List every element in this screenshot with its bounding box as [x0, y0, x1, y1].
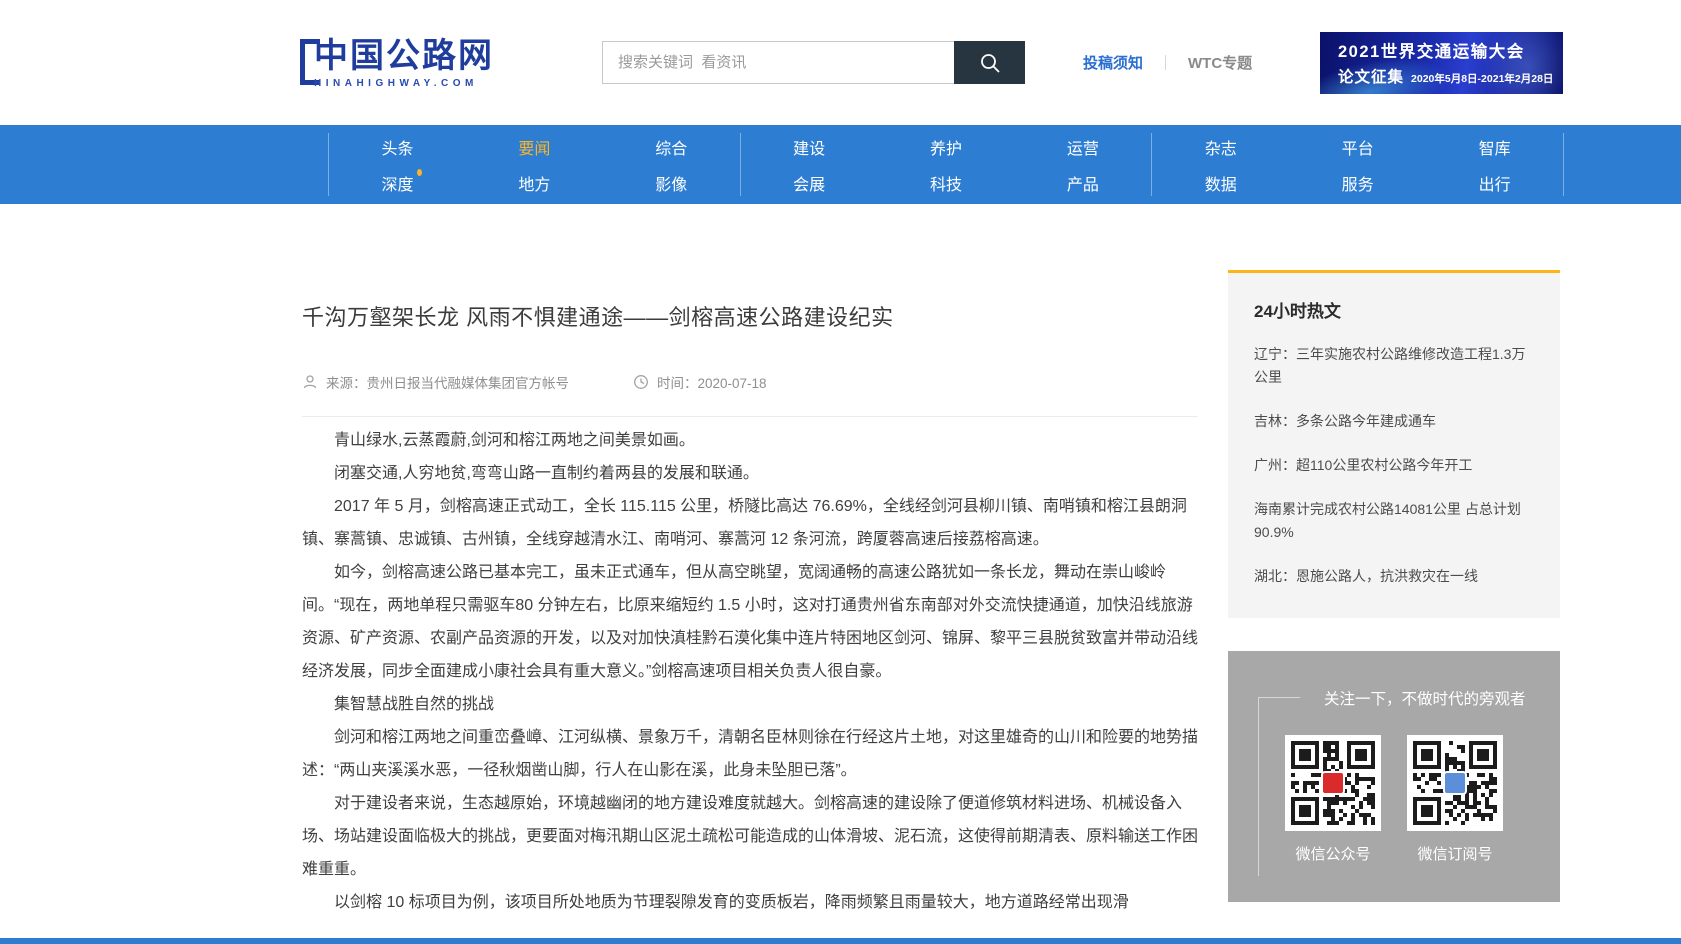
submission-notice-link[interactable]: 投稿须知 [1083, 52, 1143, 73]
new-dot-icon [417, 169, 422, 176]
search-input[interactable] [602, 41, 954, 84]
article-divider [302, 416, 1198, 417]
article-time: 时间：2020-07-18 [633, 372, 767, 392]
wechat-public-qr-code [1285, 735, 1381, 831]
nav-col-yanghu-keji: 养护 科技 [878, 125, 1015, 204]
article-source: 来源：贵州日报当代融媒体集团官方帐号 [302, 372, 569, 392]
nav-item-huizhan[interactable]: 会展 [793, 177, 825, 194]
paragraph: 以剑榕 10 标项目为例，该项目所处地质为节理裂隙发育的变质板岩，降雨频繁且雨量… [302, 886, 1198, 919]
nav-item-shendu[interactable]: 深度 [381, 177, 413, 194]
nav-item-fuwu[interactable]: 服务 [1342, 177, 1374, 194]
wechat-subscription-qr-code [1407, 735, 1503, 831]
hot-articles-title: 24小时热文 [1254, 297, 1534, 322]
nav-col-pingtai-fuwu: 平台 服务 [1289, 125, 1426, 204]
qr-label-subscription: 微信订阅号 [1407, 843, 1503, 864]
nav-col-zazhi-shuju: 杂志 数据 [1152, 125, 1289, 204]
logo-text-cn: 中国公路网 [314, 37, 494, 75]
nav-col-jianshe-huizhan: 建设 会展 [741, 125, 878, 204]
hot-article-link[interactable]: 吉林：多条公路今年建成通车 [1254, 410, 1534, 433]
wtc-topic-link[interactable]: WTC专题 [1188, 52, 1252, 73]
follow-box-title: 关注一下，不做时代的旁观者 [1228, 687, 1560, 709]
nav-item-difang[interactable]: 地方 [518, 177, 550, 194]
link-separator [1165, 55, 1166, 70]
nav-item-chuxing[interactable]: 出行 [1479, 177, 1511, 194]
nav-item-chanpin[interactable]: 产品 [1067, 177, 1099, 194]
nav-item-yunying[interactable]: 运营 [1067, 141, 1099, 158]
section-heading: 集智慧战胜自然的挑战 [302, 688, 1198, 721]
site-logo[interactable]: 中国公路网 HINAHIGHWAY.COM [300, 37, 494, 89]
banner-subtitle: 论文征集 [1338, 65, 1404, 87]
qr-center-badge [1443, 771, 1467, 795]
logo-text-en: HINAHIGHWAY.COM [314, 78, 494, 89]
article-title: 千沟万壑架长龙 风雨不惧建通途——剑榕高速公路建设纪实 [302, 300, 1198, 332]
nav-col-toutiao-shendu: 头条 深度 [329, 125, 466, 204]
nav-item-jianshe[interactable]: 建设 [793, 141, 825, 158]
person-icon [302, 374, 318, 390]
sidebar: 24小时热文 辽宁：三年实施农村公路维修改造工程1.3万公里 吉林：多条公路今年… [1228, 204, 1560, 919]
hot-article-link[interactable]: 湖北：恩施公路人，抗洪救灾在一线 [1254, 565, 1534, 588]
paragraph: 闭塞交通,人穷地贫,弯弯山路一直制约着两县的发展和联通。 [302, 457, 1198, 490]
nav-item-keji[interactable]: 科技 [930, 177, 962, 194]
search-bar [602, 41, 1025, 84]
banner-title: 2021世界交通运输大会 [1338, 38, 1563, 62]
qr-center-badge [1321, 771, 1345, 795]
hot-article-link[interactable]: 广州：超110公里农村公路今年开工 [1254, 454, 1534, 477]
nav-item-shuju[interactable]: 数据 [1205, 177, 1237, 194]
nav-item-zhiku[interactable]: 智库 [1479, 141, 1511, 158]
qr-label-public: 微信公众号 [1285, 843, 1381, 864]
nav-separator [1563, 133, 1564, 196]
nav-col-yunying-chanpin: 运营 产品 [1014, 125, 1151, 204]
nav-col-zhiku-chuxing: 智库 出行 [1426, 125, 1563, 204]
wechat-follow-box: 关注一下，不做时代的旁观者 微信公众号 微信订阅号 [1228, 651, 1560, 902]
nav-col-zonghe-yingxiang: 综合 影像 [603, 125, 740, 204]
article-meta: 来源：贵州日报当代融媒体集团官方帐号 时间：2020-07-18 [302, 372, 1198, 392]
paragraph: 对于建设者来说，生态越原始，环境越幽闭的地方建设难度就越大。剑榕高速的建设除了便… [302, 787, 1198, 886]
nav-col-yaowen-difang: 要闻 地方 [466, 125, 603, 204]
hot-articles-box: 24小时热文 辽宁：三年实施农村公路维修改造工程1.3万公里 吉林：多条公路今年… [1228, 270, 1560, 618]
article: 千沟万壑架长龙 风雨不惧建通途——剑榕高速公路建设纪实 来源：贵州日报当代融媒体… [302, 204, 1198, 919]
paragraph: 青山绿水,云蒸霞蔚,剑河和榕江两地之间美景如画。 [302, 424, 1198, 457]
nav-item-zonghe[interactable]: 综合 [655, 141, 687, 158]
nav-item-pingtai[interactable]: 平台 [1342, 141, 1374, 158]
nav-item-zazhi[interactable]: 杂志 [1205, 141, 1237, 158]
site-header: 中国公路网 HINAHIGHWAY.COM 投稿须知 WTC专题 2021世界交 [0, 0, 1681, 125]
nav-item-yaowen-active[interactable]: 要闻 [518, 141, 550, 158]
magnifier-icon [978, 51, 1002, 75]
clock-icon [633, 374, 649, 390]
paragraph: 2017 年 5 月，剑榕高速正式动工，全长 115.115 公里，桥隧比高达 … [302, 490, 1198, 556]
nav-item-yingxiang[interactable]: 影像 [655, 177, 687, 194]
paragraph: 如今，剑榕高速公路已基本完工，虽未正式通车，但从高空眺望，宽阔通畅的高速公路犹如… [302, 556, 1198, 688]
nav-item-toutiao[interactable]: 头条 [381, 141, 413, 158]
hot-article-link[interactable]: 辽宁：三年实施农村公路维修改造工程1.3万公里 [1254, 343, 1534, 389]
banner-dates: 2020年5月8日-2021年2月28日 [1411, 71, 1553, 86]
footer-top-bar [0, 938, 1681, 944]
paragraph: 剑河和榕江两地之间重峦叠嶂、江河纵横、景象万千，清朝名臣林则徐在行经这片土地，对… [302, 721, 1198, 787]
wtc-conference-banner[interactable]: 2021世界交通运输大会 论文征集 2020年5月8日-2021年2月28日 [1320, 32, 1563, 94]
article-body: 青山绿水,云蒸霞蔚,剑河和榕江两地之间美景如画。 闭塞交通,人穷地贫,弯弯山路一… [302, 424, 1198, 919]
main-navigation: 头条 深度 要闻 地方 综合 影像 建设 会展 养护 科技 运营 产品 杂志 数… [0, 125, 1681, 204]
nav-item-yanghu[interactable]: 养护 [930, 141, 962, 158]
hot-article-link[interactable]: 海南累计完成农村公路14081公里 占总计划90.9% [1254, 498, 1534, 544]
search-button[interactable] [954, 41, 1025, 84]
